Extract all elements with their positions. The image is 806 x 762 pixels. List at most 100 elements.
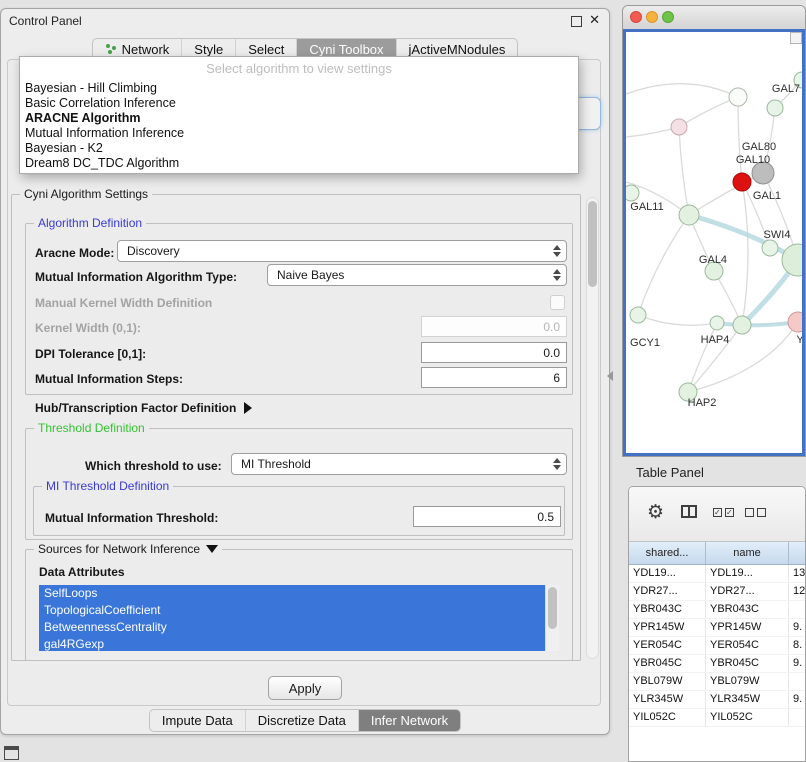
- network-window-titlebar[interactable]: [623, 6, 805, 30]
- select-all-columns-icon[interactable]: [713, 508, 734, 517]
- column-header[interactable]: shared...: [629, 542, 706, 564]
- combo-stepper-icon: [553, 269, 561, 281]
- network-node[interactable]: [733, 316, 751, 334]
- column-header[interactable]: [789, 542, 805, 564]
- table-cell: 9.: [789, 691, 805, 708]
- network-node[interactable]: [626, 185, 639, 201]
- kernel-width-value: 0.0: [543, 320, 560, 334]
- network-edge[interactable]: [638, 315, 717, 325]
- sources-collapser[interactable]: Sources for Network Inference: [34, 542, 222, 556]
- algorithm-option[interactable]: Bayesian - Hill Climbing: [20, 81, 578, 96]
- tab-infer-network[interactable]: Infer Network: [358, 710, 460, 731]
- tab-discretize-data[interactable]: Discretize Data: [245, 710, 358, 731]
- network-view[interactable]: GAL80GAL10GAL11GAL1SWI4GAL4GCY1HAP4YHAP2…: [623, 29, 805, 456]
- close-icon[interactable]: [589, 12, 600, 28]
- table-row[interactable]: YIL052CYIL052C: [629, 709, 805, 727]
- table-row[interactable]: YBR045CYBR045C9.: [629, 655, 805, 673]
- algorithm-option[interactable]: Mutual Information Inference: [20, 126, 578, 141]
- table-cell: 8.: [789, 637, 805, 654]
- gear-icon[interactable]: [647, 501, 664, 524]
- table-row[interactable]: YER054CYER054C8.: [629, 637, 805, 655]
- network-view-window: GAL80GAL10GAL11GAL1SWI4GAL4GCY1HAP4YHAP2…: [622, 5, 806, 457]
- data-attribute-item[interactable]: SelfLoops: [39, 585, 545, 602]
- table-cell: YBR043C: [629, 601, 706, 618]
- table-cell: YDR27...: [706, 583, 789, 600]
- node-label: SWI4: [764, 229, 791, 241]
- which-threshold-label: Which threshold to use:: [85, 459, 222, 473]
- table-cell: [789, 601, 805, 618]
- group-title: Threshold Definition: [34, 421, 149, 435]
- data-attribute-item[interactable]: TopologicalCoefficient: [39, 602, 545, 619]
- dpi-tolerance-field[interactable]: 0.0: [421, 342, 567, 363]
- network-node[interactable]: [729, 88, 747, 106]
- network-node[interactable]: [679, 205, 699, 225]
- list-scrollbar-thumb[interactable]: [548, 587, 557, 629]
- network-edge[interactable]: [626, 84, 738, 97]
- algorithm-option[interactable]: Basic Correlation Inference: [20, 96, 578, 111]
- network-node[interactable]: [762, 240, 778, 256]
- tab-label: Infer Network: [371, 713, 448, 728]
- columns-icon[interactable]: [681, 505, 697, 518]
- algorithm-option[interactable]: ARACNE Algorithm: [20, 111, 578, 126]
- list-scrollbar[interactable]: [545, 585, 559, 651]
- settings-scrollbar[interactable]: [586, 197, 599, 659]
- table-cell: YBR045C: [706, 655, 789, 672]
- close-traffic-light[interactable]: [630, 11, 642, 23]
- empty-box-icon: [745, 508, 754, 517]
- network-node[interactable]: [767, 100, 783, 116]
- network-edge[interactable]: [679, 127, 689, 215]
- table-cell: YPR145W: [629, 619, 706, 636]
- network-edge[interactable]: [679, 97, 738, 127]
- mi-algorithm-type-select[interactable]: Naive Bayes: [267, 264, 567, 286]
- algorithm-option[interactable]: Dream8 DC_TDC Algorithm: [20, 156, 578, 171]
- network-node[interactable]: [710, 316, 724, 330]
- network-node[interactable]: [788, 312, 804, 332]
- minimize-traffic-light[interactable]: [646, 11, 658, 23]
- data-attributes-list[interactable]: SelfLoopsTopologicalCoefficientBetweenne…: [39, 585, 559, 651]
- table-row[interactable]: YLR345WYLR345W9.: [629, 691, 805, 709]
- apply-button[interactable]: Apply: [268, 676, 342, 700]
- data-attribute-item[interactable]: BetweennessCentrality: [39, 619, 545, 636]
- network-node[interactable]: [733, 173, 751, 191]
- network-edge[interactable]: [742, 182, 748, 325]
- zoom-traffic-light[interactable]: [662, 11, 674, 23]
- scroll-corner-button[interactable]: [790, 32, 802, 44]
- deselect-all-columns-icon[interactable]: [745, 508, 766, 517]
- tab-impute-data[interactable]: Impute Data: [150, 710, 245, 731]
- mi-threshold-value: 0.5: [537, 510, 554, 524]
- mi-steps-label: Mutual Information Steps:: [35, 372, 183, 386]
- table-cell: YIL052C: [706, 709, 789, 726]
- kernel-width-field: 0.0: [421, 316, 567, 337]
- table-row[interactable]: YBR043CYBR043C: [629, 601, 805, 619]
- hub-definition-expander[interactable]: Hub/Transcription Factor Definition: [35, 401, 252, 415]
- network-node[interactable]: [630, 307, 646, 323]
- column-header[interactable]: name: [706, 542, 789, 564]
- tab-label: Discretize Data: [258, 713, 346, 728]
- mi-algorithm-type-label: Mutual Information Algorithm Type:: [35, 270, 237, 284]
- network-edge[interactable]: [689, 173, 763, 215]
- table-row[interactable]: YDL19...YDL19...13: [629, 565, 805, 583]
- algorithm-dropdown-popup: Select algorithm to view settings Bayesi…: [19, 56, 579, 174]
- network-edge[interactable]: [638, 215, 689, 315]
- aracne-mode-select[interactable]: Discovery: [117, 240, 567, 262]
- table-row[interactable]: YBL079WYBL079W: [629, 673, 805, 691]
- mi-steps-field[interactable]: 6: [421, 367, 567, 388]
- network-edge[interactable]: [738, 97, 742, 182]
- dpi-tolerance-label: DPI Tolerance [0,1]:: [35, 347, 146, 361]
- table-row[interactable]: YPR145WYPR145W9.: [629, 619, 805, 637]
- float-window-icon[interactable]: [571, 16, 582, 27]
- mi-threshold-field[interactable]: 0.5: [413, 506, 561, 527]
- algorithm-option[interactable]: Bayesian - K2: [20, 141, 578, 156]
- tab-label: Cyni Toolbox: [309, 42, 383, 57]
- settings-scrollbar-thumb[interactable]: [588, 201, 597, 287]
- splitter-arrow-icon[interactable]: [607, 371, 613, 381]
- which-threshold-select[interactable]: MI Threshold: [231, 453, 567, 475]
- table-row[interactable]: YDR27...YDR27...12: [629, 583, 805, 601]
- network-edge[interactable]: [717, 322, 798, 325]
- docked-panel-icon[interactable]: [4, 746, 19, 760]
- network-node[interactable]: [782, 244, 804, 276]
- data-attribute-item[interactable]: gal4RGexp: [39, 636, 545, 651]
- node-label: GAL4: [699, 254, 727, 266]
- tab-label: Select: [248, 42, 284, 57]
- network-node[interactable]: [671, 119, 687, 135]
